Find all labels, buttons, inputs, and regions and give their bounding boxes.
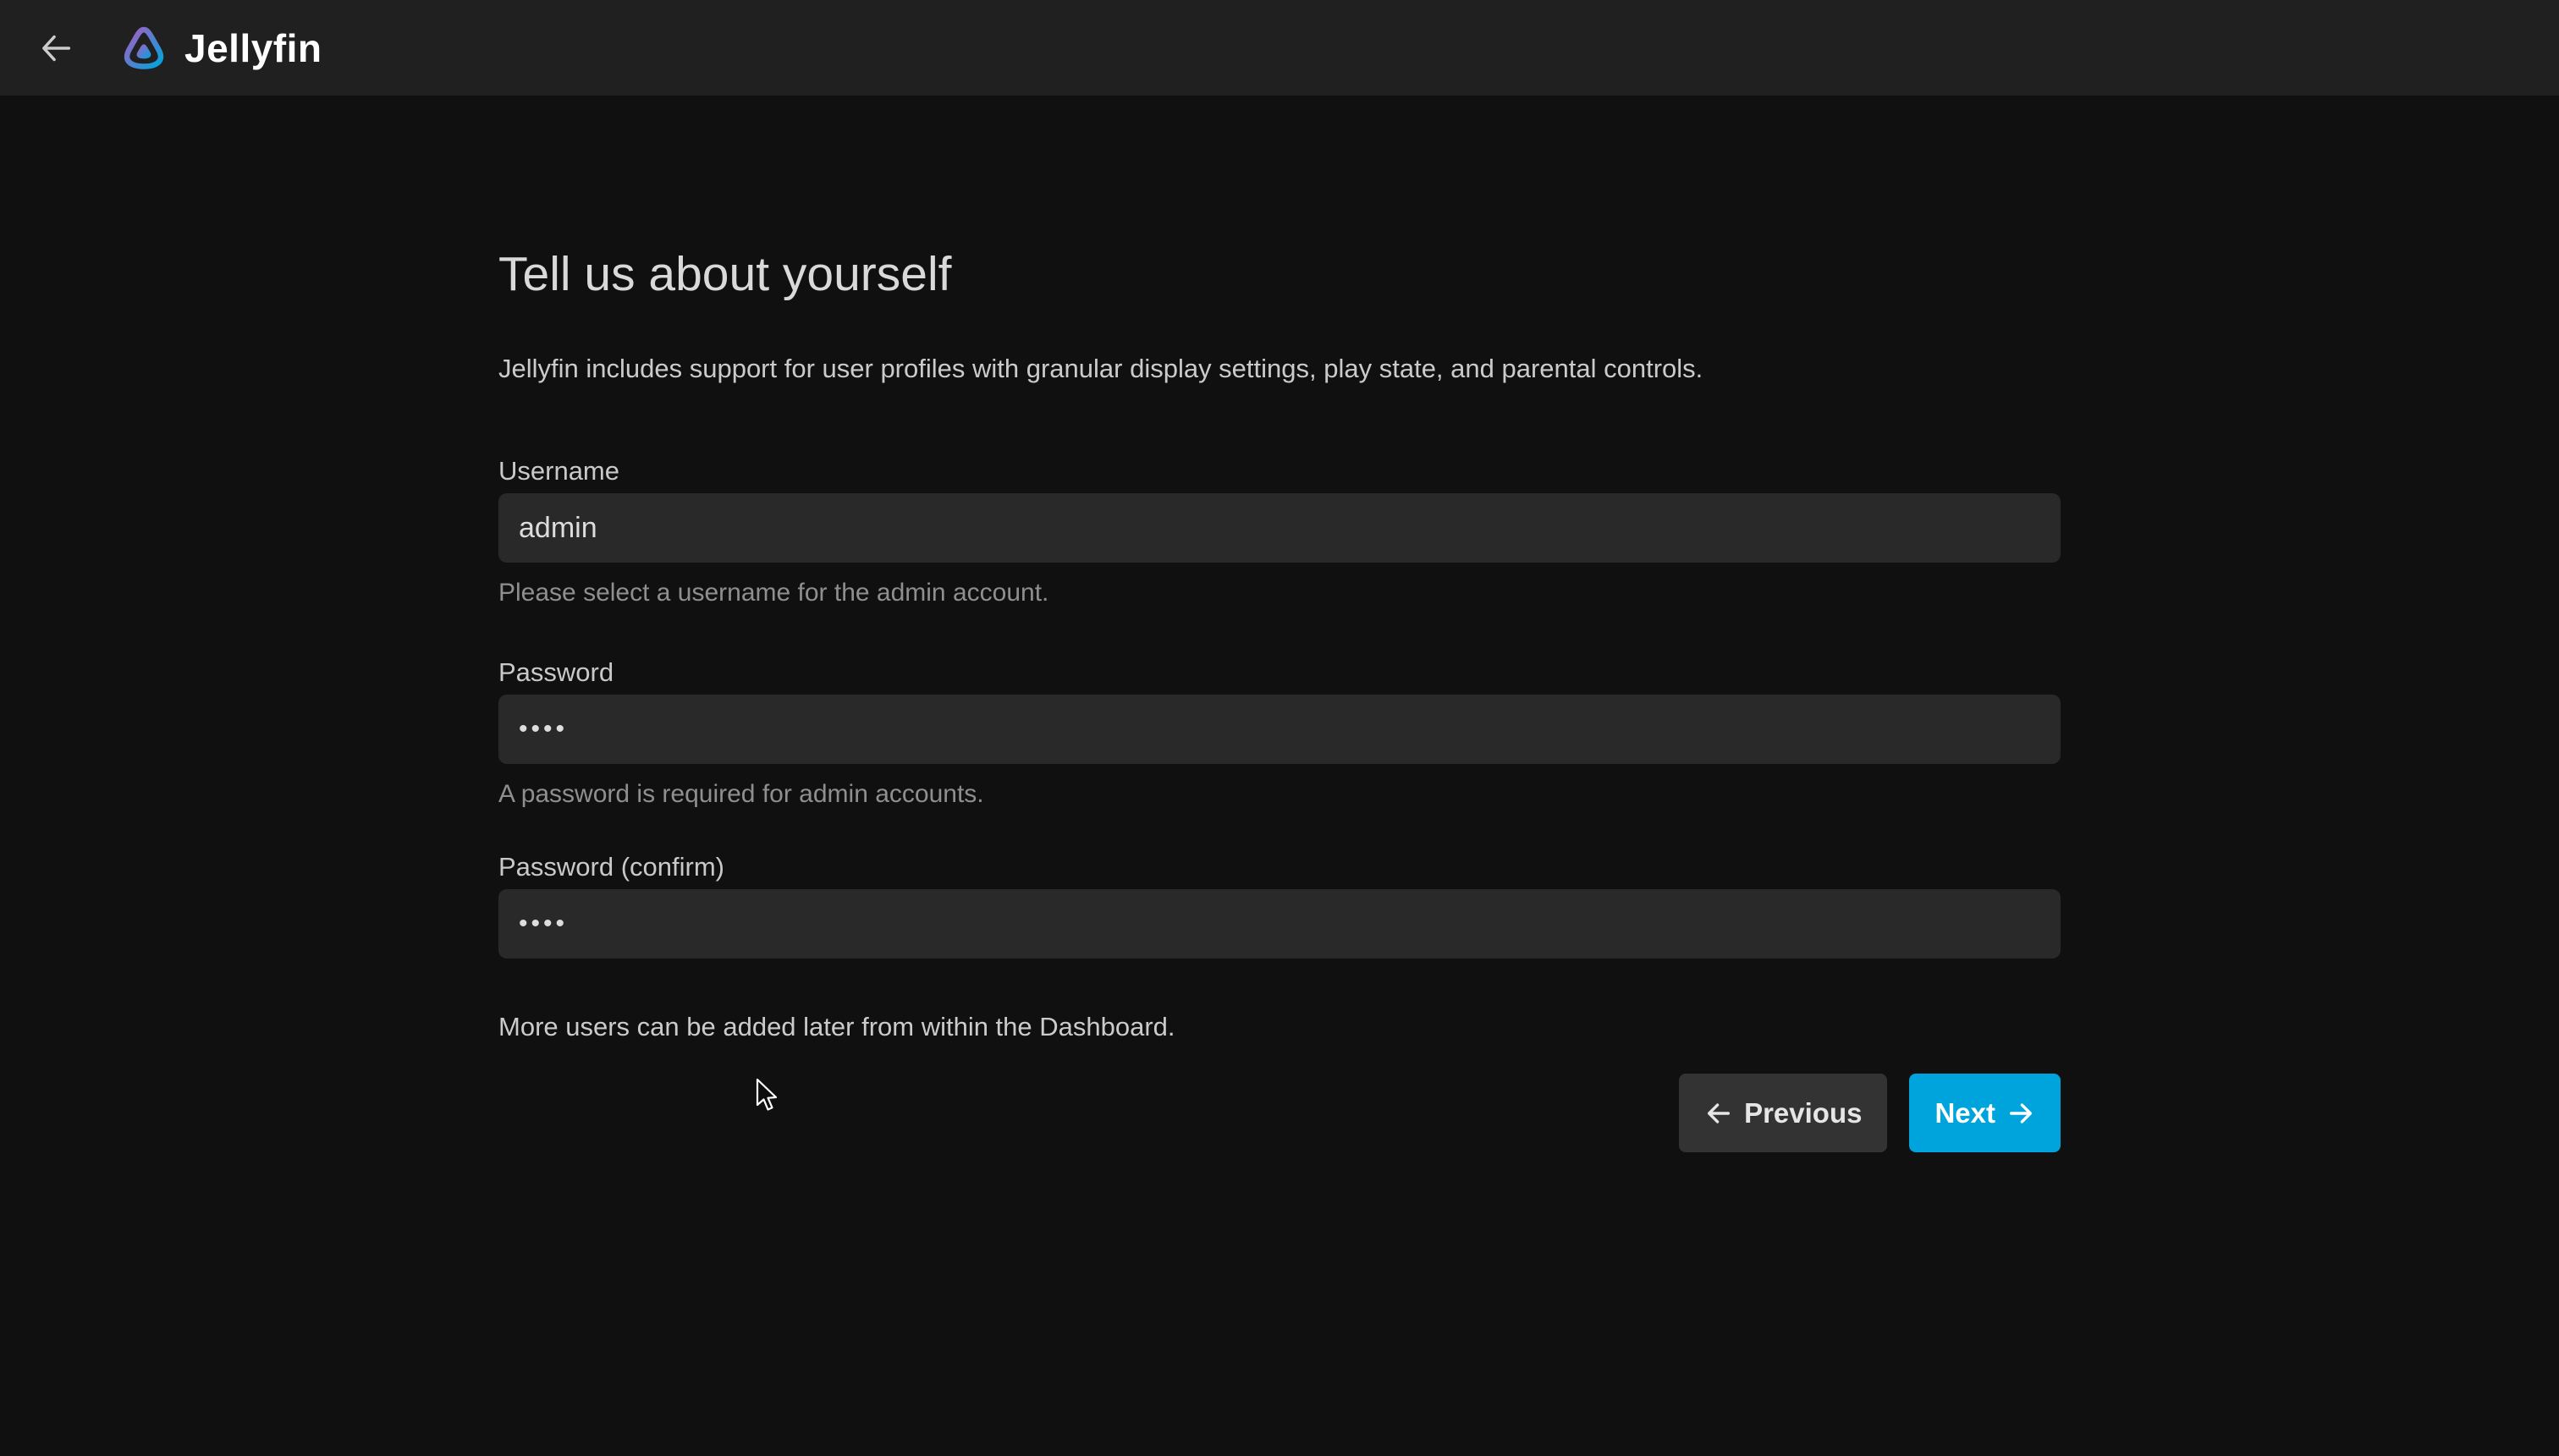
password-helper-text: A password is required for admin account… (498, 779, 2061, 810)
password-input[interactable] (498, 695, 2061, 764)
password-field-group: Password A password is required for admi… (498, 657, 2061, 810)
next-button-label: Next (1934, 1097, 1995, 1129)
arrow-right-icon (2006, 1099, 2035, 1128)
password-confirm-input[interactable] (498, 889, 2061, 959)
username-input[interactable] (498, 493, 2061, 563)
app-header: Jellyfin (0, 0, 2559, 96)
password-label: Password (498, 657, 2061, 688)
username-field-group: Username Please select a username for th… (498, 456, 2061, 608)
app-title: Jellyfin (184, 25, 322, 71)
page-title: Tell us about yourself (498, 244, 2061, 304)
page-description: Jellyfin includes support for user profi… (498, 351, 2061, 387)
arrow-left-icon (36, 29, 75, 68)
wizard-user-form: Tell us about yourself Jellyfin includes… (498, 96, 2061, 1152)
password-confirm-field-group: Password (confirm) (498, 852, 2061, 959)
wizard-nav-buttons: Previous Next (498, 1074, 2061, 1152)
username-label: Username (498, 456, 2061, 486)
back-button[interactable] (24, 16, 88, 80)
previous-button[interactable]: Previous (1679, 1074, 1887, 1152)
username-helper-text: Please select a username for the admin a… (498, 578, 2061, 608)
setup-wizard-page: { "header": { "app_name": "Jellyfin" }, … (0, 0, 2559, 1456)
password-confirm-label: Password (confirm) (498, 852, 2061, 882)
more-users-note: More users can be added later from withi… (498, 1011, 2061, 1043)
next-button[interactable]: Next (1909, 1074, 2061, 1152)
arrow-left-icon (1704, 1099, 1733, 1128)
jellyfin-logo-icon (120, 21, 168, 75)
previous-button-label: Previous (1744, 1097, 1862, 1129)
